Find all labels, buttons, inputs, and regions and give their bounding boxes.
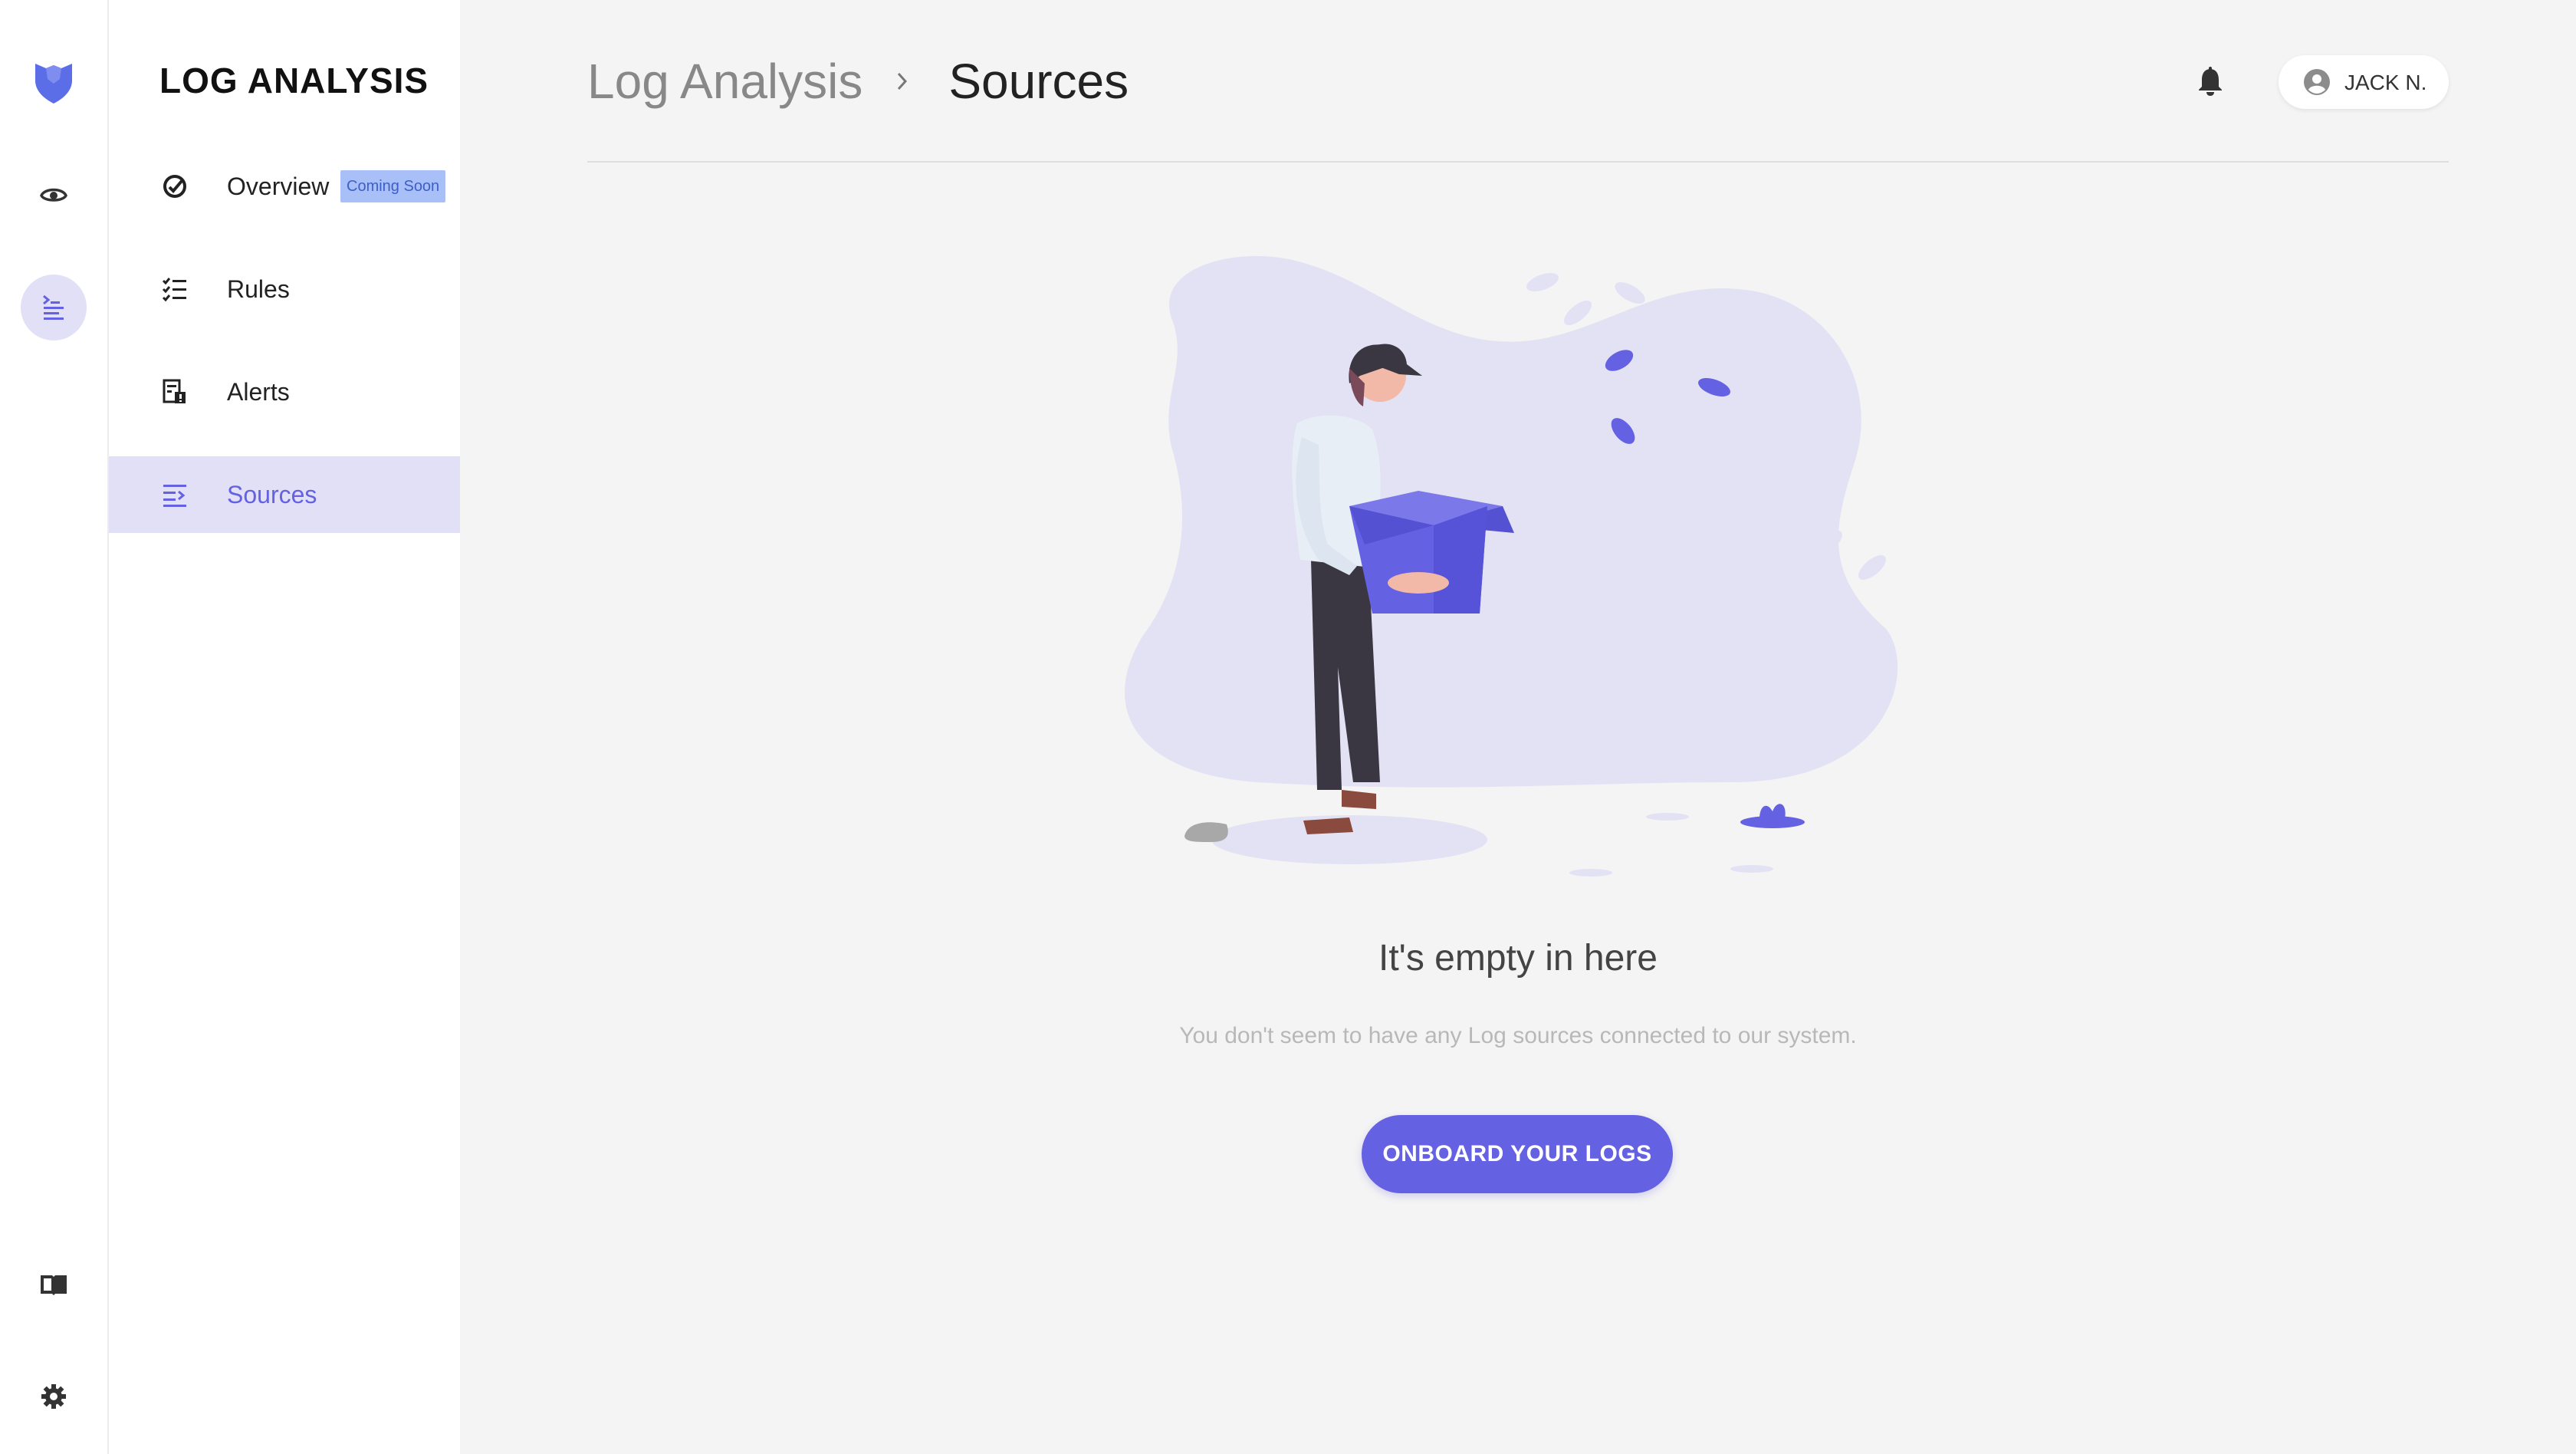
page-title: Sources bbox=[948, 54, 1129, 109]
nav-item-label: Rules bbox=[227, 275, 290, 303]
alerts-icon bbox=[163, 379, 186, 403]
logo-icon[interactable] bbox=[21, 49, 87, 115]
sources-icon bbox=[163, 485, 186, 507]
docs-icon[interactable] bbox=[21, 1252, 87, 1317]
header-divider bbox=[587, 161, 2449, 163]
breadcrumb: Log Analysis Sources bbox=[587, 51, 1129, 112]
nav-item-label: Sources bbox=[227, 480, 317, 508]
nav-title: LOG ANALYSIS bbox=[159, 61, 429, 100]
coming-soon-badge: Coming Soon bbox=[340, 170, 446, 202]
nav-item-alerts[interactable]: Alerts bbox=[109, 354, 460, 430]
onboard-logs-button[interactable]: ONBOARD YOUR LOGS bbox=[1362, 1115, 1673, 1193]
empty-box-illustration bbox=[1125, 255, 1898, 877]
side-nav: LOG ANALYSIS Overview Coming Soon Rules bbox=[109, 0, 460, 1454]
nav-item-label: Overview bbox=[227, 172, 330, 200]
nav-item-label: Alerts bbox=[227, 377, 290, 406]
eye-icon[interactable] bbox=[21, 161, 87, 227]
nav-item-sources[interactable]: Sources bbox=[109, 456, 460, 533]
empty-state-title: It's empty in here bbox=[1378, 938, 1658, 979]
breadcrumb-parent[interactable]: Log Analysis bbox=[587, 53, 863, 110]
settings-icon[interactable] bbox=[21, 1364, 87, 1429]
overview-icon bbox=[163, 175, 186, 198]
bell-icon[interactable] bbox=[2196, 66, 2225, 97]
empty-state-subtitle: You don't seem to have any Log sources c… bbox=[1179, 1023, 1857, 1048]
rules-icon bbox=[162, 278, 186, 302]
chevron-right-icon bbox=[896, 71, 909, 91]
nav-item-rules[interactable]: Rules bbox=[109, 251, 460, 327]
app-frame: LOG ANALYSIS Overview Coming Soon Rules bbox=[0, 0, 2576, 1454]
user-name: JACK N. bbox=[2344, 71, 2427, 94]
icon-rail bbox=[0, 0, 109, 1454]
log-analysis-icon[interactable] bbox=[21, 275, 87, 340]
user-menu-button[interactable]: JACK N. bbox=[2279, 55, 2449, 109]
avatar-icon bbox=[2304, 69, 2330, 95]
nav-item-overview[interactable]: Overview Coming Soon bbox=[109, 148, 460, 225]
